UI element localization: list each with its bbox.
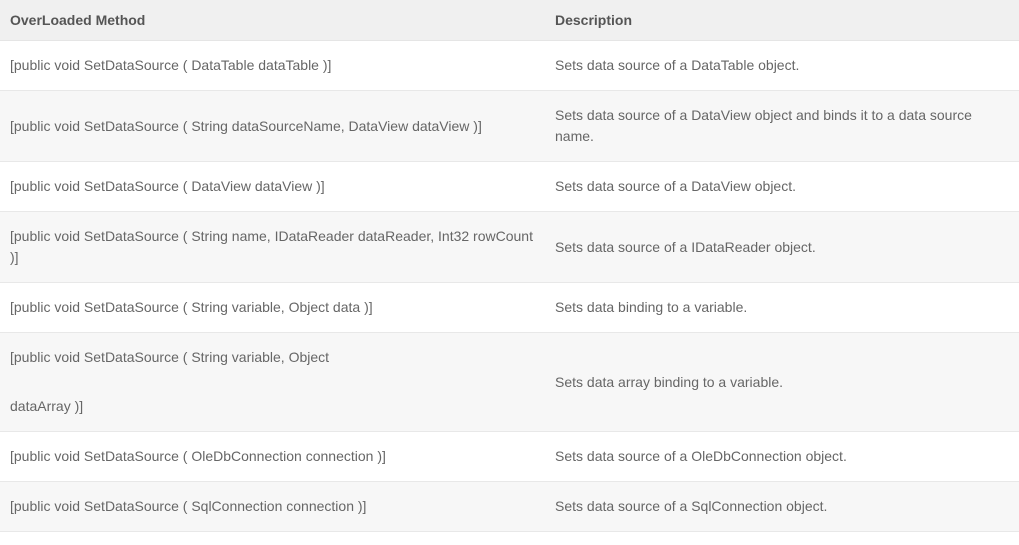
header-method: OverLoaded Method [0, 0, 545, 41]
cell-description: Sets data source of a DataTable object. [545, 41, 1019, 91]
table-row: [public void SetDataSource ( DataView da… [0, 162, 1019, 212]
table-row: [public void SetDataSource ( OleDbConnec… [0, 432, 1019, 482]
method-line1: [public void SetDataSource ( String vari… [10, 347, 535, 368]
table-row: [public void SetDataSource ( DataTable d… [0, 41, 1019, 91]
methods-table: OverLoaded Method Description [public vo… [0, 0, 1019, 532]
cell-description: Sets data source of a IDataReader object… [545, 212, 1019, 283]
table-header-row: OverLoaded Method Description [0, 0, 1019, 41]
cell-description: Sets data array binding to a variable. [545, 333, 1019, 432]
cell-method: [public void SetDataSource ( String data… [0, 91, 545, 162]
cell-description: Sets data source of a DataView object an… [545, 91, 1019, 162]
cell-method: [public void SetDataSource ( DataView da… [0, 162, 545, 212]
method-line2: dataArray )] [10, 396, 535, 417]
table-row: [public void SetDataSource ( SqlConnecti… [0, 482, 1019, 532]
cell-method: [public void SetDataSource ( OleDbConnec… [0, 432, 545, 482]
table-row: [public void SetDataSource ( String name… [0, 212, 1019, 283]
cell-method: [public void SetDataSource ( String vari… [0, 283, 545, 333]
cell-description: Sets data source of a SqlConnection obje… [545, 482, 1019, 532]
cell-method: [public void SetDataSource ( DataTable d… [0, 41, 545, 91]
cell-description: Sets data source of a OleDbConnection ob… [545, 432, 1019, 482]
cell-method: [public void SetDataSource ( String vari… [0, 333, 545, 432]
table-row: [public void SetDataSource ( String data… [0, 91, 1019, 162]
table-row: [public void SetDataSource ( String vari… [0, 333, 1019, 432]
header-description: Description [545, 0, 1019, 41]
cell-description: Sets data binding to a variable. [545, 283, 1019, 333]
cell-method: [public void SetDataSource ( String name… [0, 212, 545, 283]
cell-method: [public void SetDataSource ( SqlConnecti… [0, 482, 545, 532]
table-row: [public void SetDataSource ( String vari… [0, 283, 1019, 333]
cell-description: Sets data source of a DataView object. [545, 162, 1019, 212]
